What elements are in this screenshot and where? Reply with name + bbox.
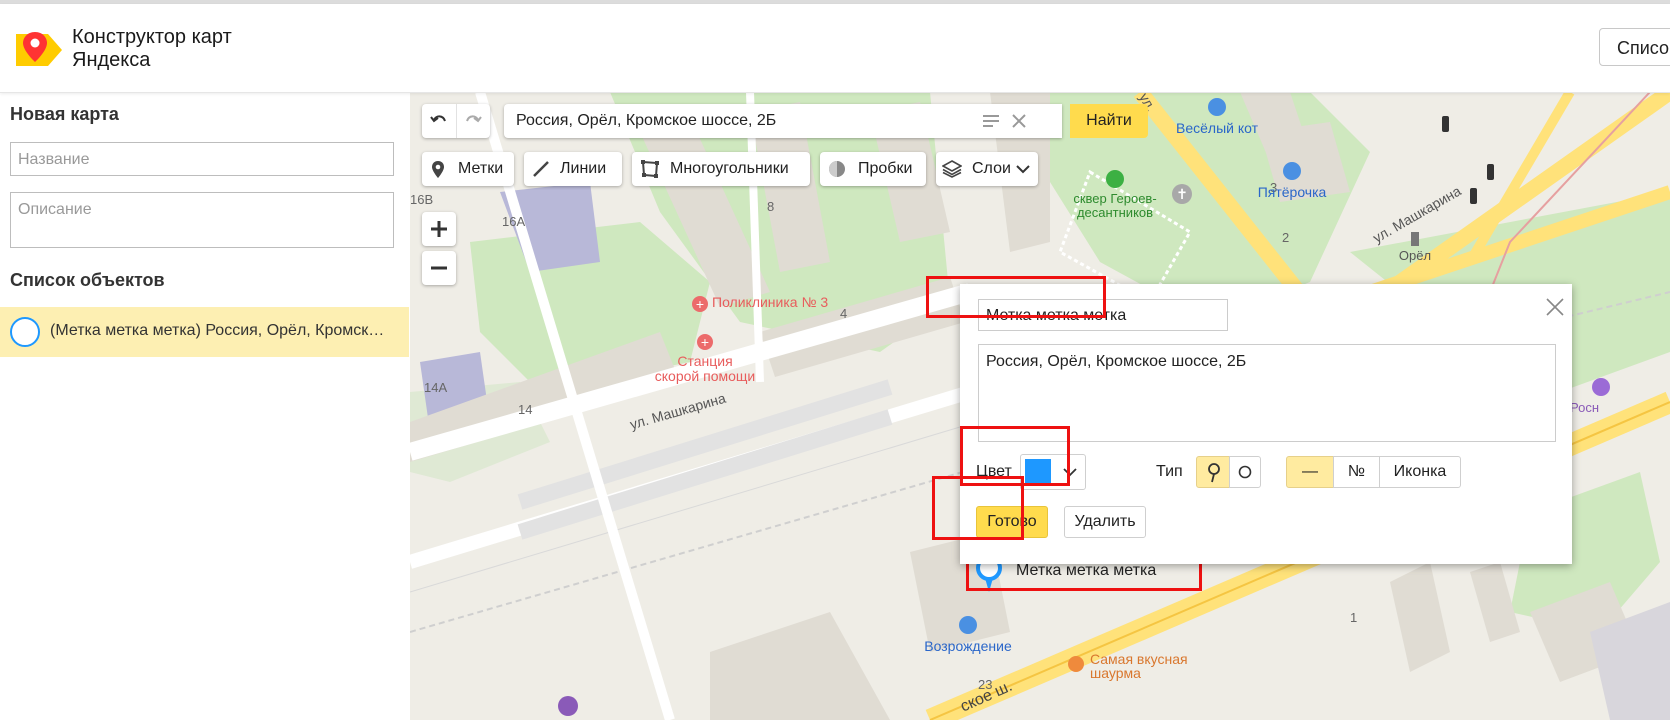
square-name-line2: десантников <box>1076 205 1154 220</box>
map-area[interactable]: 16В 16А 14А 8 6 4 14 3 2 1 23 +Поликлини… <box>410 92 1670 720</box>
map-label-orel-poi: Орёл <box>1395 232 1435 263</box>
sidebar: Новая карта Название Описание Список объ… <box>0 92 411 720</box>
ambulance-name-line2: скорой помощи <box>654 368 756 384</box>
map-label-pyaterochka: Пятёрочка <box>1250 162 1334 200</box>
map-label-vozrozhdenie: Возрождение <box>920 616 1016 654</box>
grocery-icon <box>1283 162 1301 180</box>
address-search-input[interactable]: Россия, Орёл, Кромское шоссе, 2Б <box>504 104 1062 138</box>
caption-none-option[interactable]: — <box>1286 456 1334 488</box>
object-list-item[interactable]: (Метка метка метка) Россия, Орёл, Кромск… <box>0 307 409 357</box>
clinic-icon: + <box>692 296 708 312</box>
vozrozhdenie-name: Возрождение <box>924 638 1012 654</box>
orel-poi-name: Орёл <box>1398 248 1432 263</box>
caption-number-option[interactable]: № <box>1333 456 1380 488</box>
app-header: Конструктор карт Яндекса Списо <box>0 4 1670 93</box>
monument-icon <box>1411 232 1419 246</box>
map-label-building-16a: 16А <box>502 214 526 229</box>
map-label-clinic: + Поликлиника № 3 <box>692 294 828 312</box>
map-label-square: сквер Героев- десантников <box>1070 170 1160 220</box>
clinic-name: Поликлиника № 3 <box>712 294 829 310</box>
polygons-tool-button[interactable]: Многоугольники <box>632 152 810 186</box>
placemarks-tool-button[interactable]: Метки <box>422 152 514 186</box>
food-icon <box>1068 656 1084 672</box>
type-label: Тип <box>1156 463 1183 480</box>
annotation-highlight-done <box>932 476 1024 540</box>
traffic-tool-label: Пробки <box>858 160 913 177</box>
objects-list-heading: Список объектов <box>10 270 165 290</box>
pin-type-icon <box>1208 463 1220 483</box>
delete-button[interactable]: Удалить <box>1064 506 1146 538</box>
shawarma-name-line2: шаурма <box>1090 665 1141 681</box>
poi-purple-icon <box>1592 378 1610 396</box>
park-icon <box>1106 170 1124 188</box>
caption-icon-option[interactable]: Иконка <box>1379 456 1461 488</box>
shawarma-name-line1: Самая вкусная <box>1090 651 1188 667</box>
traffic-tool-button[interactable]: Пробки <box>820 152 926 186</box>
lines-tool-button[interactable]: Линии <box>524 152 622 186</box>
ambulance-name-line1: Станция <box>677 353 733 369</box>
map-name-input[interactable]: Название <box>10 142 394 176</box>
map-label-ambulance: + Станция скорой помощи <box>650 334 760 384</box>
circle-type-icon <box>1238 465 1252 479</box>
map-label-building-14a: 14А <box>424 380 448 395</box>
app-title: Конструктор карт Яндекса <box>72 26 232 72</box>
search-list-icon[interactable] <box>982 114 1000 128</box>
close-icon[interactable] <box>1546 298 1564 316</box>
placemark-editor-popup: Метка метка метка Россия, Орёл, Кромское… <box>960 284 1572 564</box>
address-search-value: Россия, Орёл, Кромское шоссе, 2Б <box>516 112 777 129</box>
clear-search-icon[interactable] <box>1012 114 1026 128</box>
annotation-highlight-title <box>926 276 1106 318</box>
type-circle-option[interactable] <box>1229 456 1261 488</box>
poi-purple-icon-bottom <box>558 696 578 716</box>
app-title-line2: Яндекса <box>72 49 151 71</box>
map-label-building-2: 2 <box>1282 230 1290 245</box>
map-title-heading: Новая карта <box>10 104 119 124</box>
zoom-out-button[interactable] <box>422 251 456 285</box>
line-icon <box>533 161 549 177</box>
toy-shop-name: Весёлый кот <box>1175 120 1259 136</box>
rosn-partial-name: Росн <box>1570 400 1600 415</box>
minus-icon <box>431 266 447 270</box>
map-label-building-16v: 16В <box>410 192 434 207</box>
placemarks-tool-label: Метки <box>458 160 504 177</box>
map-label-toy-shop: Весёлый кот <box>1174 98 1260 136</box>
undo-redo-group <box>422 104 490 138</box>
placemark-icon <box>432 161 444 178</box>
map-label-building-8: 8 <box>767 199 775 214</box>
my-maps-list-button[interactable]: Списо <box>1599 28 1670 66</box>
traffic-icon <box>829 161 845 177</box>
zoom-in-button[interactable] <box>422 212 456 246</box>
chapel-icon: ✝ <box>1172 184 1192 204</box>
undo-icon[interactable] <box>430 112 448 130</box>
type-pin-option[interactable] <box>1196 456 1230 488</box>
map-label-building-4: 4 <box>840 306 848 321</box>
map-label-building-1: 1 <box>1350 610 1358 625</box>
bank-icon <box>959 616 977 634</box>
polygon-icon <box>641 160 659 178</box>
map-label-shawarma: Самая вкусная шаурма <box>1068 651 1188 681</box>
placemark-circle-icon <box>10 317 40 347</box>
polygons-tool-label: Многоугольники <box>670 160 789 177</box>
layers-tool-button[interactable]: Слои <box>936 152 1038 186</box>
object-list-item-label: (Метка метка метка) Россия, Орёл, Кромск… <box>50 322 385 339</box>
lines-tool-label: Линии <box>560 160 607 177</box>
yandex-maps-logo-icon <box>16 32 62 66</box>
map-label-building-14: 14 <box>518 402 533 417</box>
square-name-line1: сквер Героев- <box>1073 191 1157 206</box>
chevron-down-icon <box>1016 165 1030 174</box>
redo-icon[interactable] <box>464 112 482 130</box>
find-button[interactable]: Найти <box>1070 104 1148 138</box>
map-label-rosn-partial: Росн <box>1570 378 1610 415</box>
app-title-line1: Конструктор карт <box>72 26 232 48</box>
layers-icon <box>942 160 962 178</box>
plus-icon <box>431 221 447 237</box>
map-description-input[interactable]: Описание <box>10 192 394 248</box>
toy-shop-icon <box>1208 98 1226 116</box>
pyaterochka-name: Пятёрочка <box>1257 184 1327 200</box>
layers-tool-label: Слои <box>972 160 1011 177</box>
ambulance-icon: + <box>697 334 713 350</box>
